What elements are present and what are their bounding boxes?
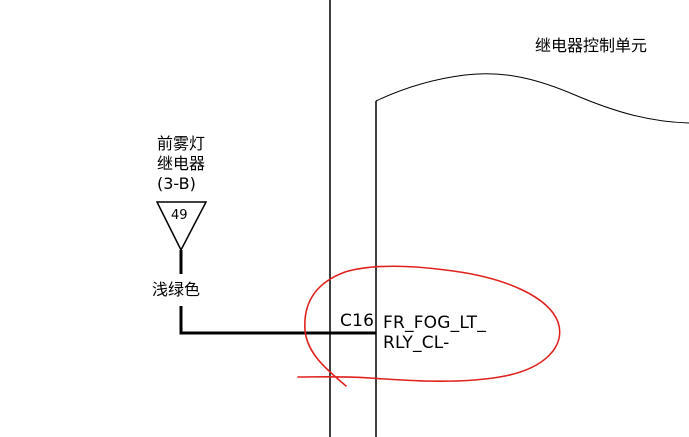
module-title: 继电器控制单元: [535, 36, 648, 55]
relay-name-line1: 前雾灯: [157, 134, 206, 153]
relay-name-line2: 继电器: [157, 154, 206, 173]
module-boundary-wave: [375, 73, 689, 124]
connector-pin-label: C16: [340, 311, 375, 331]
wiring-diagram: [155, 0, 689, 437]
relay-location: (3-B): [157, 174, 196, 193]
signal-name-line1: FR_FOG_LT_: [383, 313, 486, 333]
wire-color-label: 浅绿色: [152, 280, 201, 299]
relay-pin-number: 49: [171, 208, 188, 223]
signal-name-line2: RLY_CL-: [383, 333, 450, 353]
